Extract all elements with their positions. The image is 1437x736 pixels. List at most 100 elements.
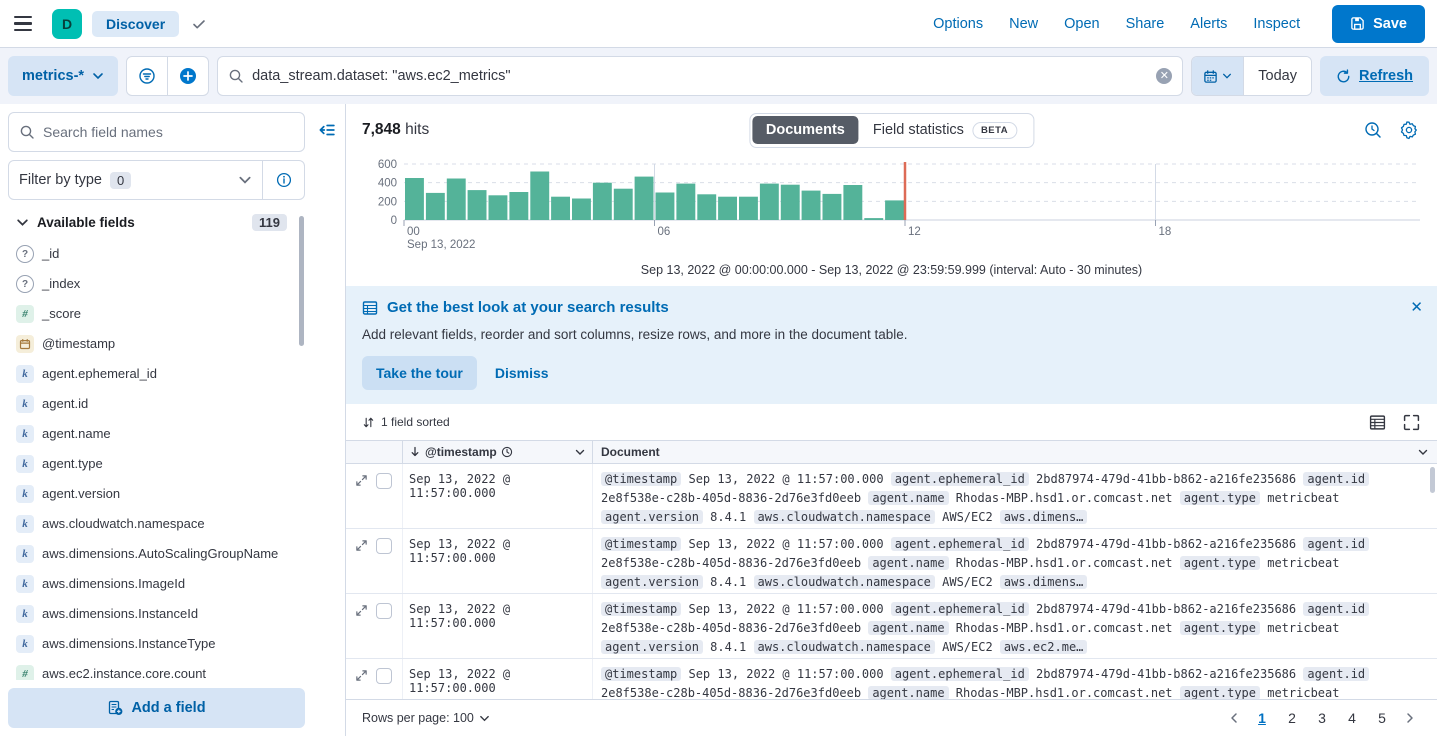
- expand-row-icon[interactable]: [355, 538, 369, 552]
- expand-row-icon[interactable]: [355, 603, 369, 617]
- filter-controls: [126, 56, 209, 96]
- tab-field-statistics[interactable]: Field statistics BETA: [859, 116, 1031, 145]
- field-item-agent-type[interactable]: kagent.​type: [12, 449, 301, 479]
- field-name: aws.​dimensions.​AutoScalingGroupName: [42, 545, 278, 562]
- timestamp-column-header[interactable]: @timestamp: [402, 441, 592, 463]
- data-view-picker[interactable]: metrics-*: [8, 56, 118, 96]
- svg-text:600: 600: [378, 159, 397, 171]
- histogram-svg: 020040060000061218Sep 13, 2022: [362, 156, 1420, 256]
- fullscreen-icon[interactable]: [1403, 413, 1421, 431]
- field-item-aws-dimensions-AutoScalingGroupName[interactable]: kaws.​dimensions.​AutoScalingGroupName: [12, 539, 301, 569]
- calendar-icon[interactable]: [1192, 57, 1244, 95]
- share-link[interactable]: Share: [1126, 16, 1165, 32]
- expand-row-icon[interactable]: [355, 668, 369, 682]
- field-name: agent.​version: [42, 485, 120, 502]
- clear-query-icon[interactable]: ✕: [1156, 68, 1172, 84]
- field-item-aws-ec2-instance-core-count[interactable]: #aws.​ec2.​instance.​core.​count: [12, 659, 301, 680]
- field-search-input[interactable]: [43, 124, 294, 140]
- alerts-link[interactable]: Alerts: [1190, 16, 1227, 32]
- field-item-aws-dimensions-InstanceType[interactable]: kaws.​dimensions.​InstanceType: [12, 629, 301, 659]
- new-link[interactable]: New: [1009, 16, 1038, 32]
- row-checkbox[interactable]: [376, 603, 392, 619]
- documents-table: @timestamp Document Sep 13, 2022 @ 11:57…: [346, 440, 1437, 699]
- field-item-_index[interactable]: ?_index: [12, 269, 301, 299]
- keyword-field-icon: k: [16, 635, 34, 653]
- field-item-aws-cloudwatch-namespace[interactable]: kaws.​cloudwatch.​namespace: [12, 509, 301, 539]
- main-panel: 7,848 hits Documents Field statistics BE…: [345, 104, 1437, 736]
- field-item--timestamp[interactable]: @timestamp: [12, 329, 301, 359]
- collapse-sidebar-icon[interactable]: [317, 118, 341, 142]
- field-name: agent.​name: [42, 425, 111, 442]
- refresh-button[interactable]: Refresh: [1320, 56, 1429, 96]
- chevron-down-icon: [238, 173, 252, 187]
- row-checkbox[interactable]: [376, 668, 392, 684]
- field-name: _id: [42, 245, 59, 262]
- page-3-button[interactable]: 3: [1309, 705, 1335, 731]
- inspect-link[interactable]: Inspect: [1253, 16, 1300, 32]
- document-column-header[interactable]: Document: [592, 441, 1437, 463]
- field-item-aws-dimensions-InstanceId[interactable]: kaws.​dimensions.​InstanceId: [12, 599, 301, 629]
- field-item-agent-name[interactable]: kagent.​name: [12, 419, 301, 449]
- info-icon[interactable]: [262, 161, 304, 199]
- unknown-field-icon: ?: [16, 275, 34, 293]
- svg-text:12: 12: [908, 226, 921, 238]
- sidebar-scrollbar[interactable]: [299, 216, 304, 346]
- field-item-aws-dimensions-ImageId[interactable]: kaws.​dimensions.​ImageId: [12, 569, 301, 599]
- field-item-_score[interactable]: #_score: [12, 299, 301, 329]
- row-checkbox[interactable]: [376, 473, 392, 489]
- histogram-chart[interactable]: 020040060000061218Sep 13, 2022: [346, 156, 1437, 258]
- keyword-field-icon: k: [16, 515, 34, 533]
- date-range-button[interactable]: Today: [1244, 57, 1311, 95]
- beta-badge: BETA: [972, 122, 1017, 139]
- page-1-button[interactable]: 1: [1249, 705, 1275, 731]
- next-page-icon[interactable]: [1399, 705, 1421, 731]
- tab-documents[interactable]: Documents: [752, 116, 859, 144]
- save-button[interactable]: Save: [1332, 5, 1425, 43]
- field-item-_id[interactable]: ?_id: [12, 239, 301, 269]
- available-fields-header[interactable]: Available fields 119: [12, 210, 301, 239]
- add-filter-icon[interactable]: [168, 57, 208, 95]
- date-picker: Today: [1191, 56, 1312, 96]
- table-row: Sep 13, 2022 @ 11:57:00.000@timestamp Se…: [346, 529, 1437, 594]
- query-bar: metrics-* ✕ Today: [0, 48, 1437, 104]
- document-cell: @timestamp Sep 13, 2022 @ 11:57:00.000 a…: [592, 529, 1437, 593]
- close-icon[interactable]: ✕: [1410, 298, 1423, 316]
- expand-row-icon[interactable]: [355, 473, 369, 487]
- content-area: Filter by type 0 Available fields 119: [0, 104, 1437, 736]
- sidebar-gutter: [313, 104, 345, 736]
- table-row: Sep 13, 2022 @ 11:57:00.000@timestamp Se…: [346, 594, 1437, 659]
- field-item-agent-version[interactable]: kagent.​version: [12, 479, 301, 509]
- rows-per-page-button[interactable]: Rows per page: 100: [362, 711, 490, 725]
- field-badge: agent.name: [868, 686, 948, 699]
- top-navigation: D Discover Options New Open Share Alerts…: [0, 0, 1437, 48]
- page-2-button[interactable]: 2: [1279, 705, 1305, 731]
- chevron-down-icon[interactable]: [574, 446, 586, 458]
- page-5-button[interactable]: 5: [1369, 705, 1395, 731]
- chevron-down-icon[interactable]: [1417, 446, 1429, 458]
- row-density-icon[interactable]: [1369, 413, 1387, 431]
- saved-query-icon[interactable]: [127, 57, 167, 95]
- row-checkbox[interactable]: [376, 538, 392, 554]
- dismiss-button[interactable]: Dismiss: [495, 365, 549, 381]
- breadcrumb[interactable]: Discover: [92, 11, 179, 37]
- truncated-field-badge: aws.dimens…: [1000, 510, 1087, 524]
- open-link[interactable]: Open: [1064, 16, 1099, 32]
- search-session-icon[interactable]: [1363, 119, 1385, 141]
- field-badge: aws.cloudwatch.namespace: [754, 510, 935, 524]
- take-tour-button[interactable]: Take the tour: [362, 356, 477, 390]
- space-avatar[interactable]: D: [52, 9, 82, 39]
- query-input[interactable]: [252, 68, 1148, 84]
- add-field-button[interactable]: Add a field: [8, 688, 305, 728]
- field-badge: agent.ephemeral_id: [891, 602, 1029, 616]
- options-link[interactable]: Options: [933, 16, 983, 32]
- gear-icon[interactable]: [1399, 119, 1421, 141]
- field-badge: agent.name: [868, 621, 948, 635]
- filter-by-type-select[interactable]: Filter by type 0: [9, 161, 262, 199]
- menu-icon[interactable]: [14, 10, 42, 38]
- sorted-fields-button[interactable]: 1 field sorted: [362, 415, 450, 429]
- page-4-button[interactable]: 4: [1339, 705, 1365, 731]
- previous-page-icon[interactable]: [1223, 705, 1245, 731]
- field-item-agent-ephemeral_id[interactable]: kagent.​ephemeral_id: [12, 359, 301, 389]
- field-item-agent-id[interactable]: kagent.​id: [12, 389, 301, 419]
- table-scrollbar[interactable]: [1430, 467, 1435, 493]
